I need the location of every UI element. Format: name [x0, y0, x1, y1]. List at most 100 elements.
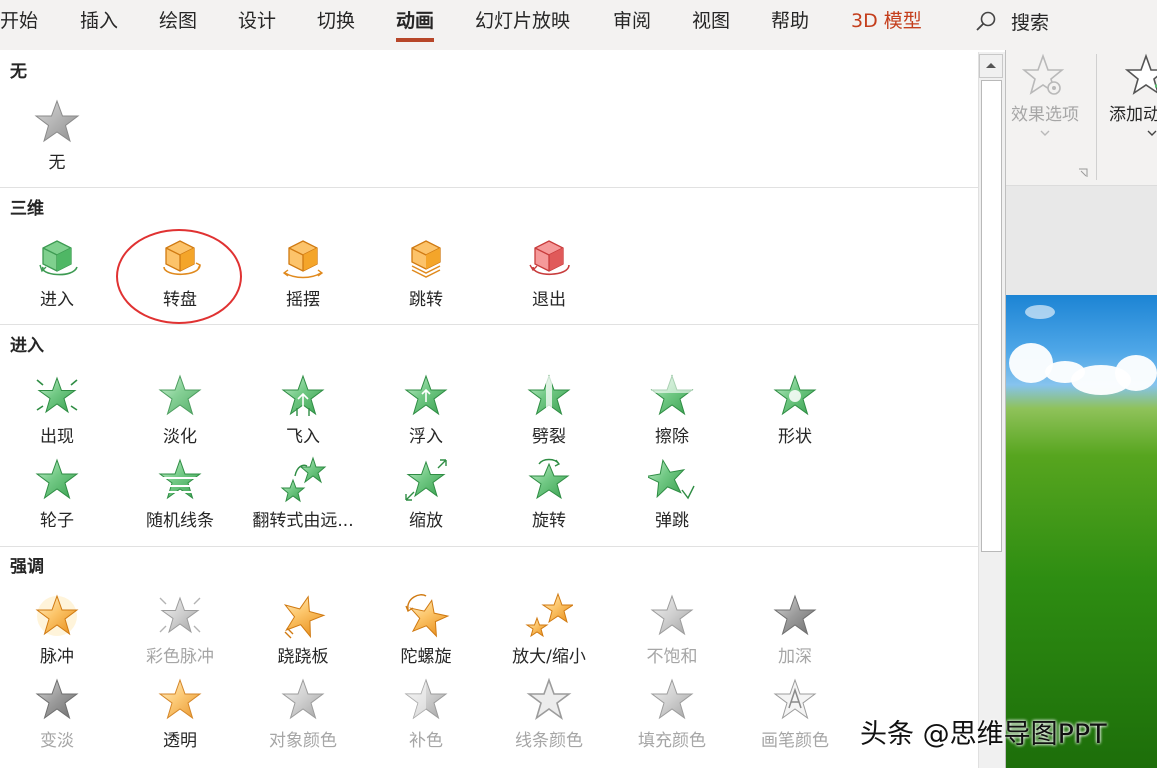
gallery-item-color-pulse[interactable]: 彩色脉冲 [120, 592, 240, 672]
scrollbar-thumb[interactable] [981, 80, 1002, 552]
gallery-item-label: 脉冲 [40, 647, 74, 667]
gallery-item-fill-color[interactable]: 填充颜色 [612, 676, 732, 756]
gallery-item-split[interactable]: 劈裂 [489, 372, 609, 452]
star-appear-icon [36, 376, 78, 414]
tab-slide-show[interactable]: 幻灯片放映 [475, 8, 570, 34]
tab-review[interactable]: 审阅 [613, 8, 651, 34]
effect-options-button[interactable]: 效果选项 [1005, 50, 1085, 137]
gallery-item-darken[interactable]: 加深 [735, 592, 855, 672]
gallery-item-appear[interactable]: 出现 [0, 372, 117, 452]
annotation-circle [116, 229, 242, 324]
slide-thumbnail-landscape[interactable] [1005, 295, 1157, 768]
gallery-item-3d-enter[interactable]: 进入 [0, 235, 117, 315]
star-spin-icon [405, 594, 450, 638]
gallery-item-zoom[interactable]: 缩放 [366, 456, 486, 536]
star-swivel-icon [528, 458, 570, 500]
tab-view[interactable]: 视图 [692, 8, 730, 34]
cloud-shape [1025, 305, 1055, 319]
star-wipe-icon [650, 374, 694, 416]
search-icon [976, 11, 996, 31]
gallery-item-3d-exit[interactable]: 退出 [489, 235, 609, 315]
gallery-item-bounce[interactable]: 弹跳 [612, 456, 732, 536]
gallery-item-shape[interactable]: 形状 [735, 372, 855, 452]
star-split-icon [527, 374, 571, 416]
gallery-item-3d-swing[interactable]: 摇摆 [243, 235, 363, 315]
star-darken-icon [773, 594, 817, 636]
gallery-item-label: 填充颜色 [638, 731, 706, 751]
gallery-item-fade[interactable]: 淡化 [120, 372, 240, 452]
gallery-item-object-color[interactable]: 对象颜色 [243, 676, 363, 756]
tab-animations[interactable]: 动画 [396, 8, 435, 42]
gallery-item-wipe[interactable]: 擦除 [612, 372, 732, 452]
star-bounce-icon [648, 458, 695, 500]
gallery-item-desaturate[interactable]: 不饱和 [612, 592, 732, 672]
gallery-item-wheel[interactable]: 轮子 [0, 456, 117, 536]
gallery-item-complementary-color[interactable]: 补色 [366, 676, 486, 756]
gallery-item-3d-jump[interactable]: 跳转 [366, 235, 486, 315]
gallery-item-grow-turn[interactable]: 翻转式由远... [243, 456, 363, 536]
gallery-item-label: 浮入 [409, 427, 443, 447]
search-box[interactable]: 搜索 [975, 8, 1049, 34]
gallery-item-grow-shrink[interactable]: 放大/缩小 [489, 592, 609, 672]
chevron-down-icon [1040, 130, 1050, 136]
tab-home[interactable]: 开始 [0, 8, 38, 34]
gallery-item-label: 线条颜色 [515, 731, 583, 751]
star-object-color-icon [281, 678, 325, 720]
star-brush-color-icon [773, 678, 817, 720]
star-wheel-icon [35, 458, 79, 500]
dialog-launcher-icon[interactable] [1078, 168, 1088, 178]
gallery-item-label: 退出 [532, 290, 566, 310]
tab-transitions[interactable]: 切换 [317, 8, 355, 34]
gallery-item-label: 进入 [40, 290, 74, 310]
tab-help[interactable]: 帮助 [771, 8, 809, 34]
star-plus-icon [1125, 53, 1157, 95]
star-shape-icon [773, 374, 817, 416]
section-header-emphasis: 强调 [10, 557, 44, 577]
tab-insert[interactable]: 插入 [80, 8, 118, 34]
gallery-item-label: 陀螺旋 [400, 647, 452, 667]
gallery-item-fly-in[interactable]: 飞入 [243, 372, 363, 452]
add-animation-label: 添加动 [1109, 105, 1157, 125]
gallery-item-transparency[interactable]: 透明 [120, 676, 240, 756]
add-animation-button[interactable]: 添加动 [1105, 50, 1157, 137]
gallery-item-none[interactable]: 无 [0, 98, 117, 178]
gallery-item-random-bars[interactable]: 随机线条 [120, 456, 240, 536]
ribbon-animation-group: 效果选项 添加动 [1005, 50, 1157, 186]
gallery-item-label: 透明 [163, 731, 197, 751]
gallery-item-swivel[interactable]: 旋转 [489, 456, 609, 536]
star-lighten-icon [35, 678, 79, 720]
cloud-shape [1115, 355, 1157, 391]
star-desaturate-icon [650, 594, 694, 636]
scroll-up-button[interactable] [979, 54, 1003, 78]
section-header-none: 无 [10, 62, 27, 82]
star-grow-shrink-icon [525, 592, 573, 638]
star-teeter-icon [283, 595, 326, 639]
gallery-item-label: 放大/缩小 [512, 647, 586, 667]
gallery-item-pulse[interactable]: 脉冲 [0, 592, 117, 672]
gallery-item-label: 补色 [409, 731, 443, 751]
gallery-item-spin[interactable]: 陀螺旋 [366, 592, 486, 672]
gallery-item-label: 随机线条 [146, 511, 214, 531]
gallery-item-label: 旋转 [532, 511, 566, 531]
gallery-item-label: 擦除 [655, 427, 689, 447]
gallery-item-teeter[interactable]: 跷跷板 [243, 592, 363, 672]
section-divider [0, 324, 978, 325]
gallery-item-lighten[interactable]: 变淡 [0, 676, 117, 756]
gallery-item-brush-color[interactable]: 画笔颜色 [735, 676, 855, 756]
tab-design[interactable]: 设计 [238, 8, 276, 34]
gallery-item-label: 跷跷板 [277, 647, 329, 667]
star-grow-turn-icon [280, 456, 327, 503]
gallery-item-line-color[interactable]: 线条颜色 [489, 676, 609, 756]
gallery-item-label: 飞入 [286, 427, 320, 447]
gallery-item-label: 弹跳 [655, 511, 689, 531]
tab-3d-model[interactable]: 3D 模型 [851, 8, 922, 34]
chevron-up-icon [986, 63, 996, 68]
star-complementary-color-icon [404, 678, 448, 720]
tab-draw[interactable]: 绘图 [159, 8, 197, 34]
star-transparency-icon [158, 678, 202, 720]
gallery-item-label: 淡化 [163, 427, 197, 447]
star-fade-icon [158, 374, 202, 416]
gallery-item-float-in[interactable]: 浮入 [366, 372, 486, 452]
gallery-item-label: 不饱和 [646, 647, 698, 667]
search-label: 搜索 [1011, 11, 1050, 34]
